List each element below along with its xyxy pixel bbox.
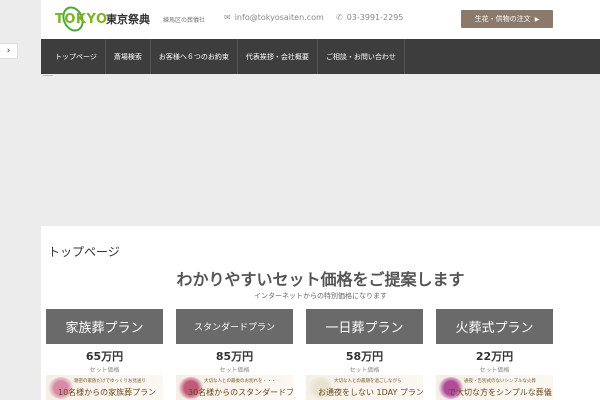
site-header: TOKYO 東京祭典 練馬区の葬儀社 ✉ info@tokyosaiten.co… xyxy=(41,0,600,39)
phone-icon: ✆ xyxy=(336,13,343,22)
plan-image-caption: 大切な人との最期を過ごしながら xyxy=(334,379,402,384)
main-content: トップページ わかりやすいセット価格をご提案します インターネットからの特別価格… xyxy=(41,226,600,400)
nav-item-company[interactable]: 代表挨拶・会社概要 xyxy=(238,39,318,74)
plan-image: 通夜・告別式のないシンプルな火葬 で大切な方をシンプルな葬儀プラン xyxy=(436,375,553,400)
plan-price-note: セット価格 xyxy=(219,367,250,374)
nav-item-top[interactable]: トップページ xyxy=(41,39,106,74)
plan-image-caption: 親密の家族だけでゆっくりお見送り xyxy=(74,379,146,384)
email-contact[interactable]: ✉ info@tokyosaiten.com xyxy=(224,13,324,22)
brand-tagline: 練馬区の葬儀社 xyxy=(163,17,206,24)
plan-image-caption: 通夜・告別式のないシンプルな火葬 xyxy=(464,379,536,384)
side-panel-toggle[interactable]: › xyxy=(0,43,18,59)
mail-icon: ✉ xyxy=(224,13,231,22)
plan-card-cremation[interactable]: 火葬式プラン 22万円 セット価格 通夜・告別式のないシンプルな火葬 で大切な方… xyxy=(436,309,553,400)
plan-image: 大切な人との最期を過ごしながら お通夜をしない 1DAY プランです。 xyxy=(306,375,423,400)
plan-image-headline: 30名様からのスタンダードプラン xyxy=(188,388,293,397)
plan-name: 一日葬プラン xyxy=(306,309,423,344)
plan-price: 65万円 xyxy=(85,350,124,363)
plan-card-standard[interactable]: スタンダードプラン 85万円 セット価格 大切な人との最後のお別れを・・・ 30… xyxy=(176,309,293,400)
brand-name: 東京祭典 xyxy=(106,13,150,26)
chevron-right-icon: ▶ xyxy=(534,15,540,23)
plan-price-note: セット価格 xyxy=(349,367,380,374)
hero-divider xyxy=(43,75,53,76)
hero-banner xyxy=(41,74,600,226)
plan-name: 火葬式プラン xyxy=(436,309,553,344)
plan-card-family[interactable]: 家族葬プラン 65万円 セット価格 親密の家族だけでゆっくりお見送り 10名様か… xyxy=(46,309,163,400)
page-title: トップページ xyxy=(48,245,120,259)
plan-price: 85万円 xyxy=(215,350,254,363)
plan-price-note: セット価格 xyxy=(479,367,510,374)
logo-text: TOKYO xyxy=(55,12,108,27)
plan-image: 親密の家族だけでゆっくりお見送り 10名様からの家族葬プラン xyxy=(46,375,163,400)
order-button-label: 生花・供物の注文 xyxy=(474,15,531,23)
plan-list: 家族葬プラン 65万円 セット価格 親密の家族だけでゆっくりお見送り 10名様か… xyxy=(46,309,596,400)
nav-item-venue-search[interactable]: 斎場検索 xyxy=(106,39,151,74)
plan-card-one-day[interactable]: 一日葬プラン 58万円 セット価格 大切な人との最期を過ごしながら お通夜をしな… xyxy=(306,309,423,400)
site-logo[interactable]: TOKYO xyxy=(47,2,107,36)
phone-contact[interactable]: ✆ 03-3991-2295 xyxy=(336,13,403,22)
email-text: info@tokyosaiten.com xyxy=(234,13,324,22)
nav-item-promises[interactable]: お客様へ６つのお約束 xyxy=(151,39,238,74)
plan-price: 22万円 xyxy=(475,350,514,363)
plan-image: 大切な人との最後のお別れを・・・ 30名様からのスタンダードプラン xyxy=(176,375,293,400)
lead-subheading: インターネットからの特別価格になります xyxy=(254,292,387,300)
plan-image-headline: 10名様からの家族葬プラン xyxy=(58,388,157,397)
plan-image-headline: で大切な方をシンプルな葬儀プラン xyxy=(448,388,553,397)
order-flowers-button[interactable]: 生花・供物の注文 ▶ xyxy=(461,10,553,28)
plan-name: 家族葬プラン xyxy=(46,309,163,344)
page: TOKYO 東京祭典 練馬区の葬儀社 ✉ info@tokyosaiten.co… xyxy=(41,0,600,400)
main-nav: トップページ 斎場検索 お客様へ６つのお約束 代表挨拶・会社概要 ご相談・お問い… xyxy=(41,39,600,74)
plan-name: スタンダードプラン xyxy=(176,309,293,344)
plan-image-caption: 大切な人との最後のお別れを・・・ xyxy=(204,379,276,384)
phone-text: 03-3991-2295 xyxy=(346,13,404,22)
plan-price: 58万円 xyxy=(345,350,384,363)
plan-image-headline: お通夜をしない 1DAY プランです。 xyxy=(318,388,423,397)
nav-item-contact[interactable]: ご相談・お問い合わせ xyxy=(318,39,405,74)
lead-heading: わかりやすいセット価格をご提案します xyxy=(176,270,465,289)
plan-price-note: セット価格 xyxy=(89,367,120,374)
